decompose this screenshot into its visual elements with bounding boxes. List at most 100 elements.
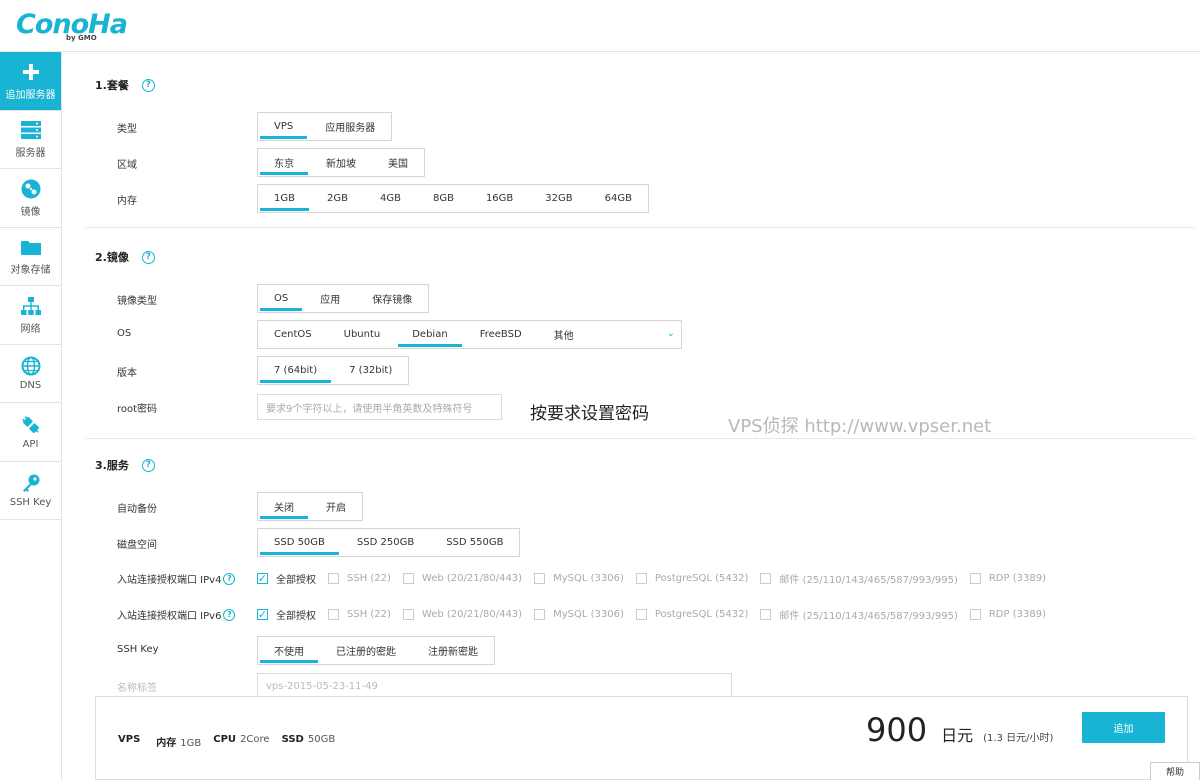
type-option-vps[interactable]: VPS: [258, 113, 309, 140]
memory-option[interactable]: 2GB: [311, 185, 364, 212]
os-option-debian[interactable]: Debian: [396, 321, 463, 348]
ssh-key-option-registered[interactable]: 已注册的密匙: [320, 637, 412, 664]
os-option-centos[interactable]: CentOS: [258, 321, 328, 348]
checkbox-icon[interactable]: [969, 572, 981, 584]
disk-option-50[interactable]: SSD 50GB: [258, 529, 341, 556]
network-icon: [20, 295, 41, 317]
type-option-app-server[interactable]: 应用服务器: [309, 113, 391, 140]
api-icon: [21, 414, 41, 436]
region-selector: 东京 新加坡 美国: [257, 148, 425, 177]
port-label: SSH (22): [347, 608, 391, 620]
checkbox-icon[interactable]: [534, 572, 546, 584]
memory-option[interactable]: 4GB: [364, 185, 417, 212]
image-type-option-os[interactable]: OS: [258, 285, 304, 312]
image-type-selector: OS 应用 保存镜像: [257, 284, 430, 313]
help-icon[interactable]: ?: [141, 78, 155, 92]
sidebar-item-add-server[interactable]: 追加服务器: [0, 52, 61, 111]
checkbox-icon[interactable]: [402, 608, 414, 620]
ipv6-port-postgresql[interactable]: PostgreSQL (5432): [635, 608, 748, 620]
version-option-32bit[interactable]: 7 (32bit): [333, 357, 408, 384]
checkbox-icon[interactable]: [328, 608, 339, 620]
checkbox-icon[interactable]: [969, 608, 981, 620]
ipv6-port-rdp[interactable]: RDP (3389): [969, 608, 1046, 620]
disk-option-550[interactable]: SSD 550GB: [430, 529, 519, 556]
os-option-freebsd[interactable]: FreeBSD: [464, 321, 538, 348]
image-type-option-saved[interactable]: 保存镜像: [356, 285, 428, 312]
sidebar-item-label: DNS: [19, 380, 42, 392]
checkbox-icon[interactable]: [534, 608, 546, 620]
ipv6-port-mail[interactable]: 邮件 (25/110/143/465/587/993/995): [760, 607, 958, 622]
ipv4-port-all[interactable]: ✓ 全部授权: [257, 571, 316, 586]
checkbox-icon[interactable]: [402, 572, 414, 584]
ipv4-ports: ✓ 全部授权 SSH (22) Web (20/21/80/443) MySQL …: [257, 568, 1058, 588]
sidebar-item-label: 网络: [20, 323, 41, 335]
port-label: Web (20/21/80/443): [421, 608, 523, 620]
checkbox-checked-icon[interactable]: ✓: [257, 572, 268, 585]
sidebar-item-label: 追加服务器: [5, 89, 56, 101]
region-option-tokyo[interactable]: 东京: [258, 149, 310, 176]
backup-option-on[interactable]: 开启: [310, 493, 362, 520]
checkbox-checked-icon[interactable]: ✓: [257, 608, 268, 621]
root-password-input[interactable]: 要求9个字符以上，请使用半角英数及特殊符号: [257, 394, 502, 420]
ssh-key-option-new[interactable]: 注册新密匙: [412, 637, 494, 664]
checkbox-icon[interactable]: [760, 572, 772, 584]
help-tab-button[interactable]: 帮助: [1150, 762, 1200, 780]
memory-option[interactable]: 8GB: [417, 185, 470, 212]
help-icon[interactable]: ?: [141, 458, 155, 472]
sidebar-item-ssh-key[interactable]: SSH Key: [0, 462, 61, 520]
region-option-singapore[interactable]: 新加坡: [310, 149, 372, 176]
ipv6-port-all[interactable]: ✓ 全部授权: [257, 607, 316, 622]
ipv4-port-ssh[interactable]: SSH (22): [328, 572, 391, 584]
spec-memory: 内存 1GB: [156, 734, 201, 749]
image-type-option-app[interactable]: 应用: [304, 285, 356, 312]
checkbox-icon[interactable]: [635, 572, 647, 584]
memory-option[interactable]: 16GB: [470, 185, 529, 212]
sidebar: 追加服务器 服务器 镜像 对象存储 网络 DNS API SSH Key: [0, 52, 62, 780]
ipv6-port-web[interactable]: Web (20/21/80/443): [402, 608, 523, 620]
os-option-other[interactable]: 其他: [538, 321, 590, 348]
ssh-key-option-none[interactable]: 不使用: [258, 637, 320, 664]
sidebar-item-api[interactable]: API: [0, 403, 61, 462]
memory-option[interactable]: 32GB: [529, 185, 588, 212]
ipv6-port-mysql[interactable]: MySQL (3306): [534, 608, 624, 620]
root-password-label: root密码: [117, 404, 158, 415]
disk-option-250[interactable]: SSD 250GB: [341, 529, 430, 556]
ipv6-port-ssh[interactable]: SSH (22): [328, 608, 391, 620]
ipv4-port-web[interactable]: Web (20/21/80/443): [402, 572, 522, 584]
version-option-64bit[interactable]: 7 (64bit): [258, 357, 333, 384]
port-label: MySQL (3306): [553, 572, 624, 584]
section-service-title: 3.服务 ?: [95, 457, 155, 473]
checkbox-icon[interactable]: [635, 608, 647, 620]
ipv4-port-rdp[interactable]: RDP (3389): [969, 572, 1046, 584]
sidebar-item-dns[interactable]: DNS: [0, 345, 61, 403]
sidebar-item-images[interactable]: 镜像: [0, 169, 61, 228]
sidebar-item-servers[interactable]: 服务器: [0, 111, 61, 169]
conoha-logo[interactable]: ConoHa by GMO: [16, 8, 128, 44]
sidebar-item-object-storage[interactable]: 对象存储: [0, 228, 61, 286]
folder-icon: [20, 236, 41, 258]
order-summary-bar: VPS 内存 1GB CPU 2Core SSD 50GB 900 日元 (1.3 日…: [95, 696, 1188, 780]
region-option-usa[interactable]: 美国: [372, 149, 424, 176]
checkbox-icon[interactable]: [760, 608, 772, 620]
add-server-button[interactable]: 追加: [1082, 712, 1165, 743]
ipv4-port-mysql[interactable]: MySQL (3306): [534, 572, 624, 584]
section-divider: [85, 227, 1195, 228]
sidebar-item-label: 对象存储: [10, 265, 51, 277]
image-disc-icon: [21, 178, 41, 200]
memory-option[interactable]: 1GB: [258, 185, 311, 212]
spec-cpu: CPU 2Core: [213, 734, 269, 749]
checkbox-icon[interactable]: [328, 572, 339, 584]
sidebar-item-network[interactable]: 网络: [0, 286, 61, 345]
version-selector: 7 (64bit) 7 (32bit): [257, 356, 410, 385]
ipv4-port-mail[interactable]: 邮件 (25/110/143/465/587/993/995): [760, 571, 958, 586]
help-icon[interactable]: ?: [223, 572, 236, 585]
price-amount: 900: [866, 711, 928, 749]
spec-value: 2Core: [240, 734, 270, 745]
help-icon[interactable]: ?: [223, 608, 236, 621]
help-icon[interactable]: ?: [141, 250, 155, 264]
os-option-ubuntu[interactable]: Ubuntu: [328, 321, 397, 348]
memory-option[interactable]: 64GB: [589, 185, 648, 212]
backup-option-off[interactable]: 关闭: [258, 493, 310, 520]
ipv4-port-postgresql[interactable]: PostgreSQL (5432): [635, 572, 748, 584]
chevron-down-icon[interactable]: ⌄: [667, 328, 675, 339]
